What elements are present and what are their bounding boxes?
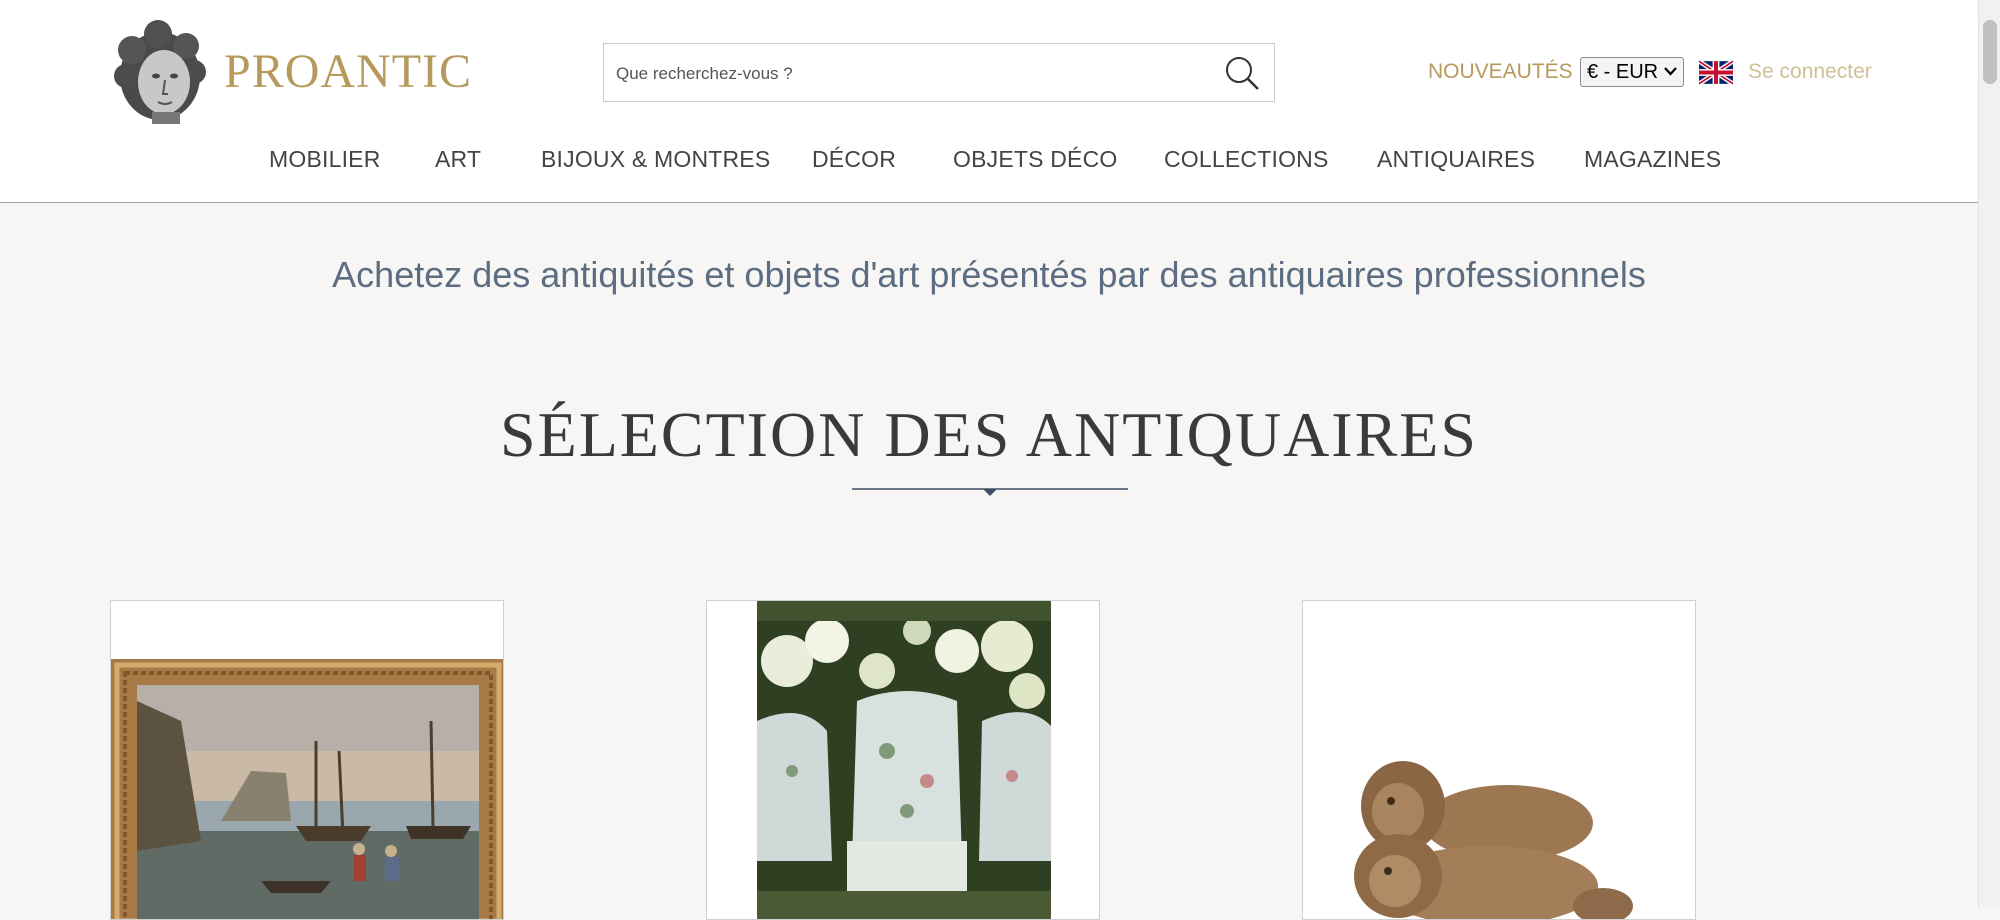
currency-value: € - EUR [1587, 61, 1659, 83]
page-scrollbar[interactable] [1978, 0, 2000, 908]
nav-item-collections[interactable]: COLLECTIONS [1164, 146, 1329, 173]
brand-logo[interactable]: PROANTIC [224, 44, 472, 99]
logo-bust-icon[interactable] [108, 20, 212, 124]
product-card-armchairs[interactable] [706, 600, 1100, 920]
search-input[interactable] [614, 44, 1208, 103]
product-card-lions[interactable] [1302, 600, 1696, 920]
product-image-armchairs [757, 601, 1051, 919]
nav-item-magazines[interactable]: MAGAZINES [1584, 146, 1721, 173]
title-divider [852, 488, 1128, 496]
uk-flag-icon[interactable] [1697, 59, 1735, 86]
login-link[interactable]: Se connecter [1748, 60, 1872, 84]
new-arrivals-link[interactable]: NOUVEAUTÉS [1428, 60, 1573, 84]
search-bar [603, 43, 1275, 103]
site-header: PROANTIC NOUVEAUTÉS € - EUR Se connecter… [0, 0, 1978, 203]
search-icon[interactable] [1224, 55, 1260, 91]
chevron-down-icon [1664, 67, 1677, 76]
product-image-lions [1303, 601, 1695, 919]
main-nav: MOBILIER ART BIJOUX & MONTRES DÉCOR OBJE… [0, 146, 1978, 182]
nav-item-mobilier[interactable]: MOBILIER [269, 146, 381, 173]
section-title: SÉLECTION DES ANTIQUAIRES [500, 399, 1478, 470]
scrollbar-thumb[interactable] [1983, 20, 1997, 84]
nav-item-bijoux-montres[interactable]: BIJOUX & MONTRES [541, 146, 770, 173]
nav-item-art[interactable]: ART [435, 146, 481, 173]
currency-select[interactable]: € - EUR [1580, 57, 1684, 87]
page-tagline: Achetez des antiquités et objets d'art p… [332, 254, 1646, 295]
nav-item-antiquaires[interactable]: ANTIQUAIRES [1377, 146, 1535, 173]
product-image-painting [111, 659, 503, 919]
nav-item-decor[interactable]: DÉCOR [812, 146, 896, 173]
product-card-painting[interactable] [110, 600, 504, 920]
nav-item-objets-deco[interactable]: OBJETS DÉCO [953, 146, 1118, 173]
